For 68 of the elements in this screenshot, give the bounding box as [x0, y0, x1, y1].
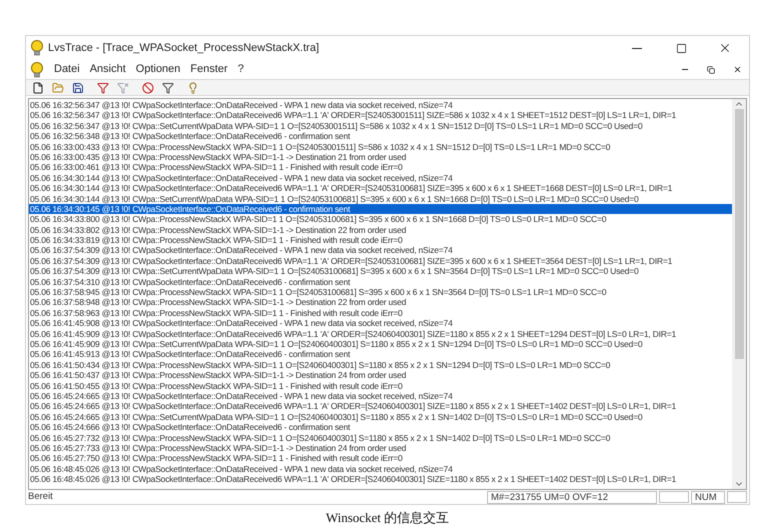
log-line[interactable]: 05.06 16:37:54:309 @13 !0! CWpaSocketInterface::OnDataReceived - WPA 1 new data via socket received, nSize=74: [29, 245, 732, 256]
log-line[interactable]: 05.06 16:45:27:750 @13 !0! CWpa::ProcessNewStackX WPA-SID=1 1 - Finished with result code iErr=0: [29, 453, 732, 464]
log-line[interactable]: 05.06 16:32:56:347 @13 !0! CWpa::SetCurrentWpaData WPA-SID=1 1 O=[S24053001511] S=586 x 1032 x 4 x 1 SN=1512 D=[0] TS=0 LS=1 LR=1 MD=0 SCC=0 Used=0: [29, 120, 732, 132]
minimize-icon: [682, 69, 688, 70]
log-line[interactable]: 05.06 16:41:50:434 @13 !0! CWpa::ProcessNewStackX WPA-SID=1 1 O=[S24060400301] S=1180 x 855 x 2 x 1 SN=1294 D=[0] TS=0 LS=0 LR=1 MD=0 SCC=0: [29, 360, 732, 370]
status-text: Bereit: [28, 490, 54, 504]
log-line[interactable]: 05.06 16:34:30:144 @13 !0! CWpa::SetCurrentWpaData WPA-SID=1 1 O=[S24053100681] S=395 x 600 x 6 x 1 SN=1668 D=[0] TS=0 LS=0 LR=1 MD=0 SCC=0 Used=0: [29, 194, 732, 204]
log-line[interactable]: 05.06 16:33:00:433 @13 !0! CWpa::ProcessNewStackX WPA-SID=1 1 O=[S24053001511] S=586 x 1032 x 4 x 1 SN=1512 D=[0] TS=0 LS=1 LR=1 MD=0 SCC=0: [29, 142, 732, 152]
window-title: LvsTrace - [Trace_WPASocket_ProcessNewStackX.tra]: [48, 40, 320, 56]
funnel-icon: [162, 82, 174, 94]
log-line[interactable]: 05.06 16:32:56:347 @13 !0! CWpaSocketInterface::OnDataReceived - WPA 1 new data via socket received, nSize=74: [29, 100, 732, 110]
app-icon: [30, 40, 44, 56]
log-line[interactable]: 05.06 16:41:45:908 @13 !0! CWpaSocketInterface::OnDataReceived - WPA 1 new data via socket received, nSize=74: [29, 318, 732, 329]
log-line[interactable]: 05.06 16:32:56:348 @13 !0! CWpaSocketInterface::OnDataReceived6 - confirmation sent: [29, 131, 732, 142]
log-line[interactable]: 05.06 16:41:45:913 @13 !0! CWpaSocketInterface::OnDataReceived6 - confirmation sent: [29, 349, 732, 360]
log-line[interactable]: 05.06 16:34:33:802 @13 !0! CWpa::ProcessNewStackX WPA-SID=1-1 -> Destination 22 from order used: [29, 224, 732, 236]
bulb-icon: [187, 82, 199, 94]
log-line[interactable]: 05.06 16:48:45:026 @13 !0! CWpaSocketInterface::OnDataReceived6 WPA=1.1 'A' ORDER=[S24060400301] SIZE=1180 x 855 x 2 x 1 SHEET=1402 DEST=[0] LS=0 LR=1, DIR=1: [29, 474, 732, 484]
maximize-icon: [676, 42, 686, 54]
restore-icon: [707, 66, 715, 74]
log-line[interactable]: 05.06 16:45:27:733 @13 !0! CWpa::ProcessNewStackX WPA-SID=1-1 -> Destination 24 from order used: [29, 442, 732, 454]
log-line[interactable]: 05.06 16:48:45:026 @13 !0! CWpaSocketInterface::OnDataReceived - WPA 1 new data via socket received, nSize=74: [29, 464, 732, 474]
status-pane: [727, 491, 747, 503]
log-line[interactable]: 05.06 16:41:50:437 @13 !0! CWpa::ProcessNewStackX WPA-SID=1-1 -> Destination 24 from order used: [29, 370, 732, 381]
folder-icon: [52, 82, 64, 94]
log-line[interactable]: 05.06 16:41:50:455 @13 !0! CWpa::ProcessNewStackX WPA-SID=1 1 - Finished with result code iErr=0: [29, 380, 732, 391]
menu-item[interactable]: Fenster: [190, 61, 228, 78]
log-line[interactable]: 05.06 16:34:30:144 @13 !0! CWpaSocketInterface::OnDataReceived6 WPA=1.1 'A' ORDER=[S24053100681] SIZE=395 x 600 x 6 x 1 SHEET=1668 DEST=[0] LS=0 LR=1, DIR=1: [29, 183, 732, 194]
filter-button[interactable]: [95, 80, 111, 95]
new-file-icon: [32, 82, 44, 94]
save-icon: [72, 82, 84, 94]
status-counters: M#=231755 UM=0 OVF=12: [487, 490, 657, 504]
log-line[interactable]: 05.06 16:37:54:309 @13 !0! CWpa::SetCurrentWpaData WPA-SID=1 1 O=[S24053100681] S=395 x 600 x 6 x 1 SN=3564 D=[0] TS=0 LS=1 LR=1 MD=0 SCC=0 Used=0: [29, 266, 732, 277]
menu-item[interactable]: Optionen: [136, 61, 180, 78]
close-icon: [732, 65, 742, 74]
save-button[interactable]: [70, 80, 86, 95]
log-line[interactable]: 05.06 16:34:33:819 @13 !0! CWpa::ProcessNewStackX WPA-SID=1 1 - Finished with result code iErr=0: [29, 235, 732, 246]
log-line[interactable]: 05.06 16:37:54:309 @13 !0! CWpaSocketInterface::OnDataReceived6 WPA=1.1 'A' ORDER=[S24053100681] SIZE=395 x 600 x 6 x 1 SHEET=3564 DEST=[0] LS=1 LR=1, DIR=1: [29, 256, 732, 266]
log-line[interactable]: 05.06 16:33:00:435 @13 !0! CWpa::ProcessNewStackX WPA-SID=1-1 -> Destination 21 from order used: [29, 152, 732, 162]
log-line[interactable]: 05.06 16:37:58:963 @13 !0! CWpa::ProcessNewStackX WPA-SID=1 1 - Finished with result code iErr=0: [29, 308, 732, 318]
menu-item[interactable]: Ansicht: [90, 61, 126, 78]
status-pane: [659, 491, 689, 503]
stop-button[interactable]: [140, 80, 156, 95]
log-line[interactable]: 05.06 16:32:56:347 @13 !0! CWpaSocketInterface::OnDataReceived6 WPA=1.1 'A' ORDER=[S24053001511] SIZE=586 x 1032 x 4 x 1 SHEET=1512 DEST=[0] LS=1 LR=1, DIR=1: [29, 110, 732, 121]
log-line[interactable]: 05.06 16:41:45:909 @13 !0! CWpa::SetCurrentWpaData WPA-SID=1 1 O=[S24060400301] S=1180 x 855 x 2 x 1 SN=1294 D=[0] TS=0 LS=0 LR=1 MD=0 SCC=0 Used=0: [29, 338, 732, 350]
scroll-thumb[interactable]: [734, 109, 744, 359]
document-icon: [30, 62, 44, 78]
log-line[interactable]: 05.06 16:45:27:732 @13 !0! CWpa::ProcessNewStackX WPA-SID=1 1 O=[S24060400301] S=1180 x 855 x 2 x 1 SN=1402 D=[0] TS=0 LS=0 LR=1 MD=0 SCC=0: [29, 432, 732, 443]
log-line[interactable]: 05.06 16:41:45:909 @13 !0! CWpaSocketInterface::OnDataReceived6 WPA=1.1 'A' ORDER=[S24060400301] SIZE=1180 x 855 x 2 x 1 SHEET=1294 DEST=[0] LS=0 LR=1, DIR=1: [29, 328, 732, 339]
scrollbar[interactable]: [732, 99, 746, 489]
log-line[interactable]: 05.06 16:45:24:665 @13 !0! CWpaSocketInterface::OnDataReceived - WPA 1 new data via socket received, nSize=74: [29, 390, 732, 402]
log-line[interactable]: 05.06 16:45:24:665 @13 !0! CWpaSocketInterface::OnDataReceived6 WPA=1.1 'A' ORDER=[S24060400301] SIZE=1180 x 855 x 2 x 1 SHEET=1402 DEST=[0] LS=0 LR=1, DIR=1: [29, 401, 732, 412]
filter-icon: [97, 82, 109, 94]
filter-off-icon: [117, 82, 129, 94]
figure-caption: Winsocket 的信息交互: [326, 509, 450, 525]
log-line[interactable]: 05.06 16:34:33:800 @13 !0! CWpa::ProcessNewStackX WPA-SID=1 1 O=[S24053100681] S=395 x 600 x 6 x 1 SN=1668 D=[0] TS=0 LS=0 LR=1 MD=0 SCC=0: [29, 214, 732, 225]
stop-icon: [142, 82, 154, 94]
num-lock-indicator: NUM: [691, 490, 725, 504]
log-line[interactable]: 05.06 16:37:58:945 @13 !0! CWpa::ProcessNewStackX WPA-SID=1 1 O=[S24053100681] S=395 x 600 x 6 x 1 SN=3564 D=[0] TS=0 LS=1 LR=1 MD=0 SCC=0: [29, 287, 732, 298]
log-line[interactable]: 05.06 16:37:58:948 @13 !0! CWpa::ProcessNewStackX WPA-SID=1-1 -> Destination 22 from order used: [29, 297, 732, 308]
log-line[interactable]: 05.06 16:37:54:310 @13 !0! CWpaSocketInterface::OnDataReceived6 - confirmation sent: [29, 276, 732, 288]
log-line[interactable]: 05.06 16:34:30:144 @13 !0! CWpaSocketInterface::OnDataReceived - WPA 1 new data via socket received, nSize=74: [29, 172, 732, 184]
log-line[interactable]: 05.06 16:45:24:666 @13 !0! CWpaSocketInterface::OnDataReceived6 - confirmation sent: [29, 422, 732, 432]
log-line[interactable]: 05.06 16:45:24:665 @13 !0! CWpa::SetCurrentWpaData WPA-SID=1 1 O=[S24060400301] S=1180 x 855 x 2 x 1 SN=1402 D=[0] TS=0 LS=0 LR=1 MD=0 SCC=0 Used=0: [29, 412, 732, 422]
funnel-button[interactable]: [160, 80, 176, 95]
log-line[interactable]: 05.06 16:33:00:461 @13 !0! CWpa::ProcessNewStackX WPA-SID=1 1 - Finished with result code iErr=0: [29, 162, 732, 173]
menu-item[interactable]: ?: [238, 61, 244, 78]
menu-item[interactable]: Datei: [54, 61, 80, 78]
